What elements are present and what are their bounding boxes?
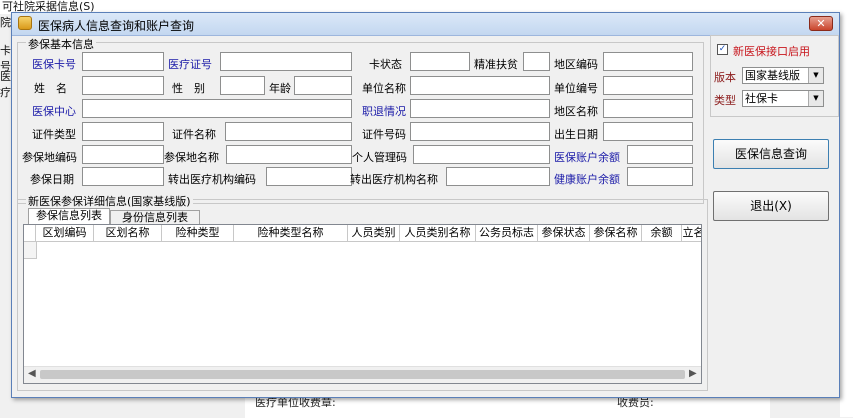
transfer-out-code-input[interactable] [266, 167, 352, 186]
version-label: 版本 [714, 71, 736, 84]
unit-name-label: 单位名称 [362, 82, 406, 95]
name-input[interactable] [82, 76, 164, 95]
gender-input[interactable] [220, 76, 265, 95]
background-right-strip [840, 14, 853, 417]
poverty-label: 精准扶贫 [474, 58, 518, 71]
personal-code-label: 个人管理码 [352, 151, 407, 164]
insured-date-label: 参保日期 [30, 173, 74, 186]
age-input[interactable] [294, 76, 352, 95]
row-header-corner [24, 225, 36, 242]
scrollbar-thumb[interactable] [40, 370, 685, 379]
personal-code-input[interactable] [413, 145, 550, 164]
account-balance-label: 医保账户余额 [554, 151, 620, 164]
column-header[interactable]: 险种类型 [162, 225, 234, 242]
tab-insured-info-list[interactable]: 参保信息列表 [28, 208, 110, 225]
area-code-input[interactable] [603, 52, 693, 71]
tab-identity-info-list[interactable]: 身份信息列表 [110, 210, 200, 225]
basic-info-legend: 参保基本信息 [26, 36, 96, 52]
insurance-center-input[interactable] [82, 99, 352, 118]
poverty-input[interactable] [523, 52, 550, 71]
card-no-input[interactable] [82, 52, 164, 71]
area-name-input[interactable] [603, 99, 693, 118]
birth-date-label: 出生日期 [554, 128, 598, 141]
enable-interface-checkbox[interactable]: ✓ [717, 44, 728, 55]
background-left-text: 院 [0, 16, 11, 29]
exit-button[interactable]: 退出(X) [713, 191, 829, 221]
insurance-center-label: 医保中心 [32, 105, 76, 118]
app-icon [18, 16, 32, 30]
column-header[interactable]: 险种类型名称 [234, 225, 348, 242]
area-name-label: 地区名称 [554, 105, 598, 118]
cert-name-input[interactable] [225, 122, 352, 141]
chevron-down-icon[interactable]: ▼ [808, 68, 823, 83]
cert-name-label: 证件名称 [172, 128, 216, 141]
column-header[interactable]: 区划名称 [94, 225, 162, 242]
version-value: 国家基线版 [745, 69, 800, 82]
column-header[interactable]: 余额 [642, 225, 682, 242]
scroll-left-icon[interactable]: ◀ [28, 368, 36, 379]
column-header[interactable]: 人员类别 [348, 225, 400, 242]
row-header-cell[interactable] [24, 242, 37, 259]
insured-area-code-label: 参保地编码 [22, 151, 77, 164]
type-select[interactable]: 社保卡 ▼ [742, 90, 824, 107]
insured-area-name-label: 参保地名称 [164, 151, 219, 164]
detail-legend: 新医保参保详细信息(国家基线版) [26, 193, 193, 209]
retire-status-label: 职退情况 [362, 105, 406, 118]
insured-area-code-input[interactable] [82, 145, 164, 164]
column-header[interactable]: 公务员标志 [476, 225, 538, 242]
scroll-right-icon[interactable]: ▶ [689, 368, 697, 379]
horizontal-scrollbar[interactable]: ◀ ▶ [24, 366, 701, 383]
close-button[interactable]: ✕ [809, 16, 833, 31]
cert-no-label: 证件号码 [362, 128, 406, 141]
insured-area-name-input[interactable] [226, 145, 352, 164]
enable-interface-label: 新医保接口启用 [733, 45, 810, 58]
name-label: 姓 名 [34, 82, 67, 95]
age-label: 年龄 [269, 82, 291, 95]
transfer-out-code-label: 转出医疗机构编码 [168, 173, 256, 186]
column-header[interactable]: 区划编码 [36, 225, 94, 242]
column-header[interactable]: 人员类别名称 [400, 225, 476, 242]
cert-no-input[interactable] [410, 122, 550, 141]
gender-label: 性 别 [172, 82, 205, 95]
card-status-input[interactable] [410, 52, 470, 71]
insurance-query-dialog: 医保病人信息查询和账户查询 ✕ 参保基本信息 医保卡号 医疗证号 卡状态 精准扶… [11, 12, 840, 398]
unit-no-input[interactable] [603, 76, 693, 95]
birth-date-input[interactable] [603, 122, 693, 141]
type-label: 类型 [714, 94, 736, 107]
card-no-label: 医保卡号 [32, 58, 76, 71]
unit-no-label: 单位编号 [554, 82, 598, 95]
retire-status-input[interactable] [410, 99, 550, 118]
insured-info-grid[interactable]: 区划编码 区划名称 险种类型 险种类型名称 人员类别 人员类别名称 公务员标志 … [23, 224, 702, 384]
health-balance-input[interactable] [627, 167, 693, 186]
med-cert-no-label: 医疗证号 [168, 58, 212, 71]
area-code-label: 地区编码 [554, 58, 598, 71]
column-header[interactable]: 参保状态 [538, 225, 590, 242]
cert-type-label: 证件类型 [32, 128, 76, 141]
account-balance-input[interactable] [627, 145, 693, 164]
version-select[interactable]: 国家基线版 ▼ [742, 67, 824, 84]
insurance-query-button[interactable]: 医保信息查询 [713, 139, 829, 169]
cert-type-input[interactable] [82, 122, 164, 141]
insured-date-input[interactable] [82, 167, 164, 186]
transfer-out-name-input[interactable] [446, 167, 550, 186]
chevron-down-icon[interactable]: ▼ [808, 91, 823, 106]
transfer-out-name-label: 转出医疗机构名称 [350, 173, 438, 186]
unit-name-input[interactable] [410, 76, 550, 95]
type-value: 社保卡 [745, 92, 778, 105]
column-header[interactable]: 参保名称 [590, 225, 642, 242]
health-balance-label: 健康账户余额 [554, 173, 620, 186]
med-cert-no-input[interactable] [220, 52, 352, 71]
card-status-label: 卡状态 [369, 58, 402, 71]
title-bar[interactable]: 医保病人信息查询和账户查询 ✕ [12, 13, 839, 36]
window-title: 医保病人信息查询和账户查询 [38, 19, 195, 33]
column-header[interactable]: 立名 [682, 225, 701, 242]
